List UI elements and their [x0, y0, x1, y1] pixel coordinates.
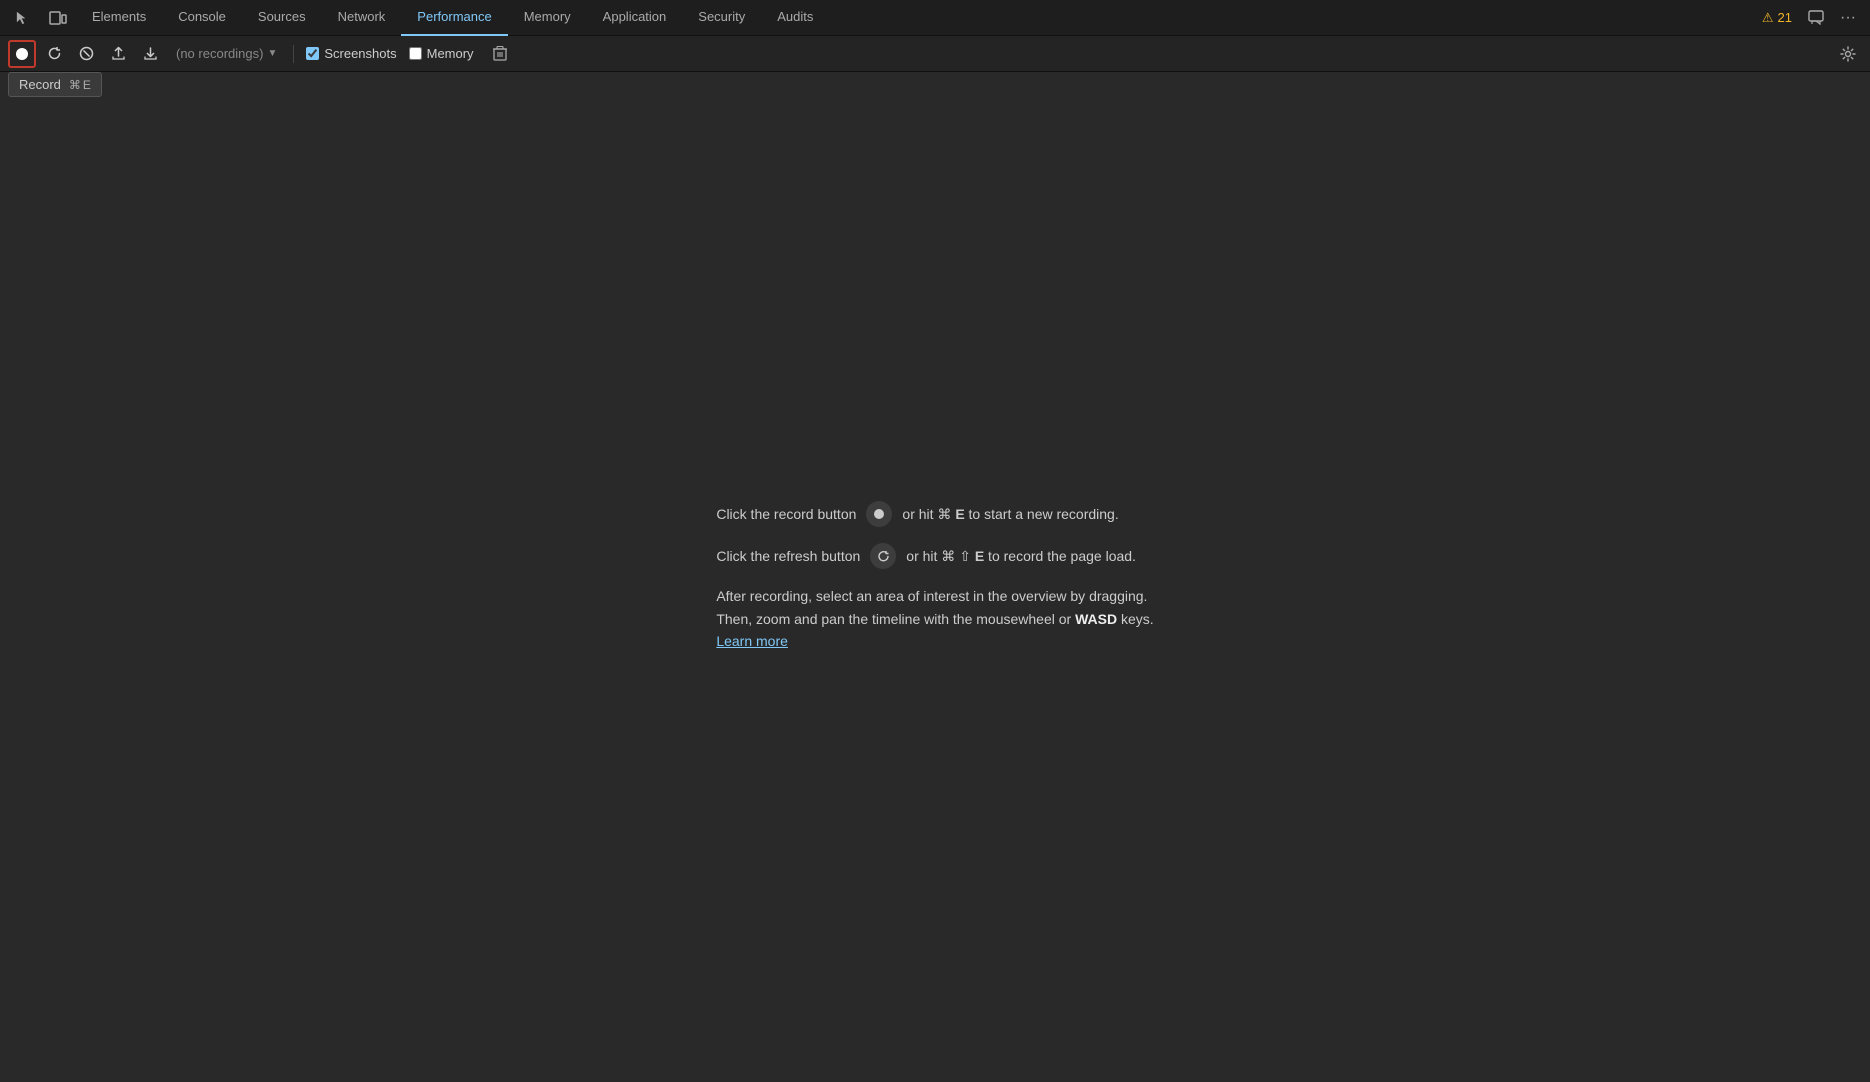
upload-button[interactable]: [104, 40, 132, 68]
warning-badge[interactable]: ⚠ 21: [1756, 10, 1798, 26]
delete-recordings-button[interactable]: [486, 40, 514, 68]
record-tooltip: Record ⌘ E: [8, 72, 102, 97]
record-circle-icon: [16, 48, 28, 60]
tab-performance[interactable]: Performance: [401, 0, 507, 36]
record-button[interactable]: [8, 40, 36, 68]
help-panel: Click the record button or hit ⌘ E to st…: [716, 501, 1153, 652]
help-line3: After recording, select an area of inter…: [716, 588, 1153, 626]
download-button[interactable]: [136, 40, 164, 68]
recordings-dropdown[interactable]: (no recordings) ▼: [168, 44, 285, 63]
clear-button[interactable]: [72, 40, 100, 68]
memory-checkbox[interactable]: [409, 47, 422, 60]
screenshots-checkbox[interactable]: [306, 47, 319, 60]
tab-audits[interactable]: Audits: [761, 0, 829, 36]
warning-icon: ⚠: [1762, 10, 1774, 26]
shortcut-meta: ⌘: [69, 78, 81, 92]
memory-label: Memory: [427, 46, 474, 61]
shortcut-key: E: [83, 78, 91, 92]
help-line2b: or hit ⌘ ⇧ E to record the page load.: [906, 546, 1136, 567]
tab-memory[interactable]: Memory: [508, 0, 587, 36]
help-row-refresh: Click the refresh button or hit ⌘ ⇧ E to…: [716, 543, 1153, 569]
screenshots-checkbox-label[interactable]: Screenshots: [302, 46, 400, 61]
feedback-icon[interactable]: [1802, 4, 1830, 32]
recordings-arrow-icon: ▼: [267, 48, 277, 59]
main-content: Click the record button or hit ⌘ E to st…: [0, 72, 1870, 1082]
capture-settings-button[interactable]: [1834, 40, 1862, 68]
recordings-label: (no recordings): [176, 46, 263, 61]
learn-more-link[interactable]: Learn more: [716, 633, 788, 649]
help-line1b: or hit ⌘ E to start a new recording.: [902, 504, 1118, 525]
tab-elements[interactable]: Elements: [76, 0, 162, 36]
memory-checkbox-label[interactable]: Memory: [405, 46, 478, 61]
tab-console[interactable]: Console: [162, 0, 242, 36]
record-inline-icon: [866, 501, 892, 527]
tab-bar-left: [4, 0, 76, 36]
tooltip-shortcut: ⌘ E: [69, 78, 91, 92]
help-row-record: Click the record button or hit ⌘ E to st…: [716, 501, 1153, 527]
tab-network[interactable]: Network: [322, 0, 402, 36]
warning-count: 21: [1778, 10, 1792, 25]
help-line2a: Click the refresh button: [716, 546, 860, 567]
tab-application[interactable]: Application: [587, 0, 683, 36]
refresh-inline-icon: [870, 543, 896, 569]
toolbar: (no recordings) ▼ Screenshots Memory: [0, 36, 1870, 72]
toolbar-separator-1: [293, 45, 294, 63]
help-text-block: After recording, select an area of inter…: [716, 585, 1153, 652]
tab-bar: Elements Console Sources Network Perform…: [0, 0, 1870, 36]
tab-bar-right: ⚠ 21 ···: [1756, 4, 1870, 32]
tooltip-label: Record: [19, 77, 61, 92]
inspect-icon[interactable]: [4, 0, 40, 36]
device-toolbar-icon[interactable]: [40, 0, 76, 36]
tab-security[interactable]: Security: [682, 0, 761, 36]
reload-record-button[interactable]: [40, 40, 68, 68]
more-options-icon[interactable]: ···: [1834, 4, 1862, 32]
tab-sources[interactable]: Sources: [242, 0, 322, 36]
screenshots-label: Screenshots: [324, 46, 396, 61]
help-line1a: Click the record button: [716, 504, 856, 525]
